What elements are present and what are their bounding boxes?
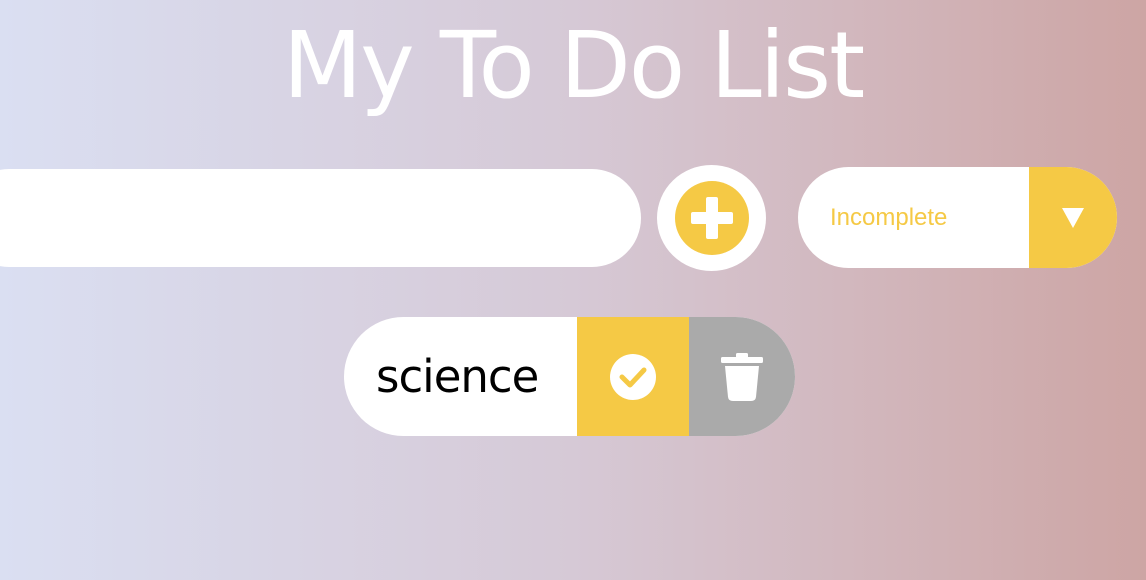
todo-text: science	[376, 350, 539, 403]
trash-icon	[721, 352, 763, 401]
page-title: My To Do List	[282, 12, 865, 119]
triangle-down-icon	[1062, 207, 1084, 228]
filter-selected-value: Incomplete	[830, 204, 948, 231]
add-todo-button[interactable]	[657, 165, 766, 271]
check-circle-icon	[610, 353, 656, 400]
complete-button[interactable]	[577, 317, 689, 436]
delete-button[interactable]	[689, 317, 795, 436]
todo-item: science	[344, 317, 795, 436]
filter-select[interactable]: Incomplete	[798, 167, 1117, 268]
plus-circle-icon	[674, 181, 749, 255]
todo-input[interactable]	[0, 169, 641, 267]
filter-dropdown-toggle[interactable]	[1029, 167, 1117, 268]
